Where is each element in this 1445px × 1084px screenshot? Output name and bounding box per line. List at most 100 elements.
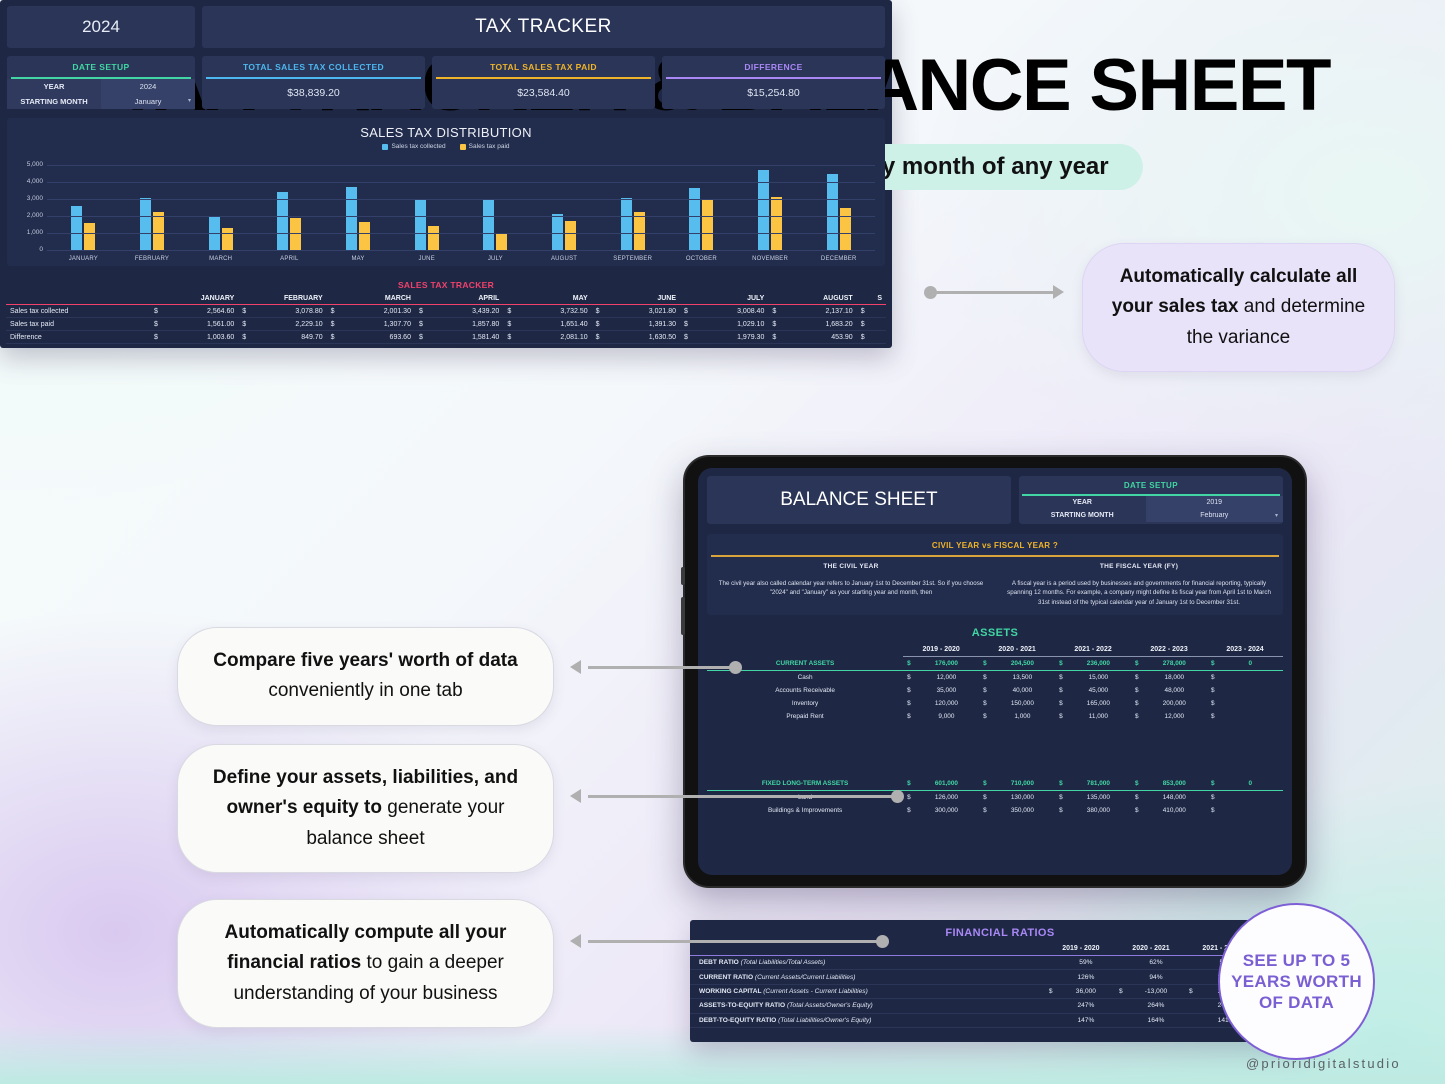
cell-value[interactable]: 1,581.40 — [426, 330, 504, 344]
cell-value[interactable]: 200,000 — [1142, 697, 1207, 710]
cell-value[interactable]: 1,979.30 — [691, 330, 769, 344]
chevron-down-icon[interactable]: ▾ — [1275, 512, 1278, 519]
cell-value[interactable]: 2,081.10 — [515, 330, 592, 344]
cell-value[interactable]: 147% — [1056, 1013, 1116, 1027]
tax-tracker-year-cell[interactable]: 2024 — [7, 6, 195, 48]
cell-value[interactable]: 1,561.00 — [161, 317, 239, 331]
balance-sheet-date-setup[interactable]: DATE SETUP YEAR 2019 STARTING MONTH Febr… — [1018, 476, 1283, 524]
cell-value[interactable]: 11,000 — [1066, 710, 1131, 723]
year-value[interactable]: 2019 — [1145, 496, 1283, 509]
cell-value[interactable]: 2,229.10 — [250, 317, 327, 331]
cell-value[interactable]: 59% — [1056, 956, 1116, 970]
cell-value[interactable]: 0 — [1218, 777, 1283, 791]
cell-value[interactable]: 3,732.50 — [515, 304, 592, 318]
cell-value[interactable]: 601,000 — [914, 777, 979, 791]
cell-value[interactable]: 849.70 — [250, 330, 327, 344]
cell-value[interactable] — [1218, 684, 1283, 697]
cell-value[interactable]: 2,564.60 — [161, 304, 239, 318]
cell-value[interactable]: 410,000 — [1142, 804, 1207, 817]
cell-value[interactable]: 380,000 — [1066, 804, 1131, 817]
cell-value[interactable]: 12,000 — [914, 671, 979, 685]
cell-value[interactable] — [1218, 791, 1283, 805]
cell-value[interactable]: 150,000 — [990, 697, 1055, 710]
cell-value[interactable]: 120,000 — [914, 697, 979, 710]
cell-value[interactable]: 62% — [1126, 956, 1186, 970]
cell-value[interactable]: 165,000 — [1066, 697, 1131, 710]
cell-value[interactable]: 12,000 — [1142, 710, 1207, 723]
cell-value[interactable]: 3,021.80 — [603, 304, 680, 318]
cell-value[interactable]: 710,000 — [990, 777, 1055, 791]
cell-value[interactable]: 2,137.10 — [780, 304, 857, 318]
cell-value[interactable]: 0 — [1218, 657, 1283, 671]
chart-legend: Sales tax collected Sales tax paid — [7, 143, 885, 150]
year-value[interactable]: 2024 — [101, 79, 195, 94]
cell-value[interactable]: 853,000 — [1142, 777, 1207, 791]
date-setup-panel[interactable]: DATE SETUP YEAR 2024 STARTING MONTH Janu… — [7, 56, 195, 109]
cell-value[interactable]: 1,003.60 — [161, 330, 239, 344]
cell-value[interactable]: 236,000 — [1066, 657, 1131, 671]
currency-symbol: $ — [768, 330, 781, 344]
kpi-total-sales-tax-collected: TOTAL SALES TAX COLLECTED $38,839.20 — [202, 56, 425, 109]
cell-value[interactable]: 3,008.40 — [691, 304, 769, 318]
cell-value[interactable]: 1,630.50 — [603, 330, 680, 344]
cell-value[interactable]: 15,000 — [1066, 671, 1131, 685]
cell-value[interactable]: 126,000 — [914, 791, 979, 805]
currency-symbol: $ — [1135, 807, 1139, 815]
cell-value[interactable]: 9,000 — [914, 710, 979, 723]
cell-value[interactable]: 1,000 — [990, 710, 1055, 723]
cell-value[interactable]: 35,000 — [914, 684, 979, 697]
cell-value[interactable]: 300,000 — [914, 804, 979, 817]
currency-symbol — [1186, 956, 1196, 970]
cell-value[interactable] — [1218, 697, 1283, 710]
cell-value[interactable]: 781,000 — [1066, 777, 1131, 791]
cell-value[interactable]: 1,857.80 — [426, 317, 504, 331]
starting-month-dropdown[interactable]: February ▾ — [1145, 509, 1283, 522]
cell-value[interactable] — [1218, 710, 1283, 723]
cell-value[interactable]: 135,000 — [1066, 791, 1131, 805]
starting-month-dropdown[interactable]: January ▾ — [101, 94, 195, 109]
financial-ratios-spreadsheet[interactable]: FINANCIAL RATIOS 2019 - 2020 2020 - 2021 2… — [690, 920, 1310, 1042]
chart-x-tick: JANUARY — [68, 256, 98, 262]
cell-value[interactable] — [868, 304, 886, 318]
cell-value[interactable]: 1,307.70 — [338, 317, 415, 331]
cell-value[interactable]: 204,500 — [990, 657, 1055, 671]
cell-value[interactable]: 148,000 — [1142, 791, 1207, 805]
balance-sheet-spreadsheet[interactable]: BALANCE SHEET DATE SETUP YEAR 2019 START… — [698, 468, 1292, 875]
cell-value[interactable]: 94% — [1126, 970, 1186, 984]
chart-y-tick: 1,000 — [26, 229, 43, 236]
cell-value[interactable]: 350,000 — [990, 804, 1055, 817]
cell-value[interactable]: 693.60 — [338, 330, 415, 344]
cell-value[interactable]: 130,000 — [990, 791, 1055, 805]
cell-value[interactable]: 1,391.30 — [603, 317, 680, 331]
cell-value[interactable]: 453.90 — [780, 330, 857, 344]
cell-value[interactable]: 1,651.40 — [515, 317, 592, 331]
currency-symbol: $ — [983, 674, 987, 682]
cell-value[interactable]: 40,000 — [990, 684, 1055, 697]
cell-value[interactable]: 18,000 — [1142, 671, 1207, 685]
cell-value[interactable]: 1,029.10 — [691, 317, 769, 331]
currency-symbol: $ — [907, 700, 911, 708]
column-header: 2020 - 2021 — [979, 642, 1056, 658]
cell-value[interactable]: 264% — [1126, 999, 1186, 1013]
chevron-down-icon[interactable]: ▾ — [188, 97, 191, 104]
cell-value[interactable] — [1218, 804, 1283, 817]
chart-bar-group — [392, 165, 461, 250]
cell-value[interactable]: 1,683.20 — [780, 317, 857, 331]
cell-value[interactable]: 278,000 — [1142, 657, 1207, 671]
cell-value[interactable]: 3,078.80 — [250, 304, 327, 318]
cell-value[interactable]: 13,500 — [990, 671, 1055, 685]
cell-value[interactable]: 247% — [1056, 999, 1116, 1013]
cell-value[interactable]: 48,000 — [1142, 684, 1207, 697]
cell-value[interactable] — [868, 330, 886, 344]
cell-value[interactable]: -13,000 — [1126, 984, 1186, 998]
cell-value[interactable]: 2,001.30 — [338, 304, 415, 318]
date-setup-row-month: STARTING MONTH February ▾ — [1019, 509, 1283, 522]
cell-value[interactable]: 3,439.20 — [426, 304, 504, 318]
cell-value[interactable]: 126% — [1056, 970, 1116, 984]
cell-value[interactable]: 164% — [1126, 1013, 1186, 1027]
cell-value[interactable]: 36,000 — [1056, 984, 1116, 998]
cell-value[interactable] — [1218, 671, 1283, 685]
cell-value[interactable]: 176,000 — [914, 657, 979, 671]
cell-value[interactable] — [868, 317, 886, 331]
cell-value[interactable]: 45,000 — [1066, 684, 1131, 697]
